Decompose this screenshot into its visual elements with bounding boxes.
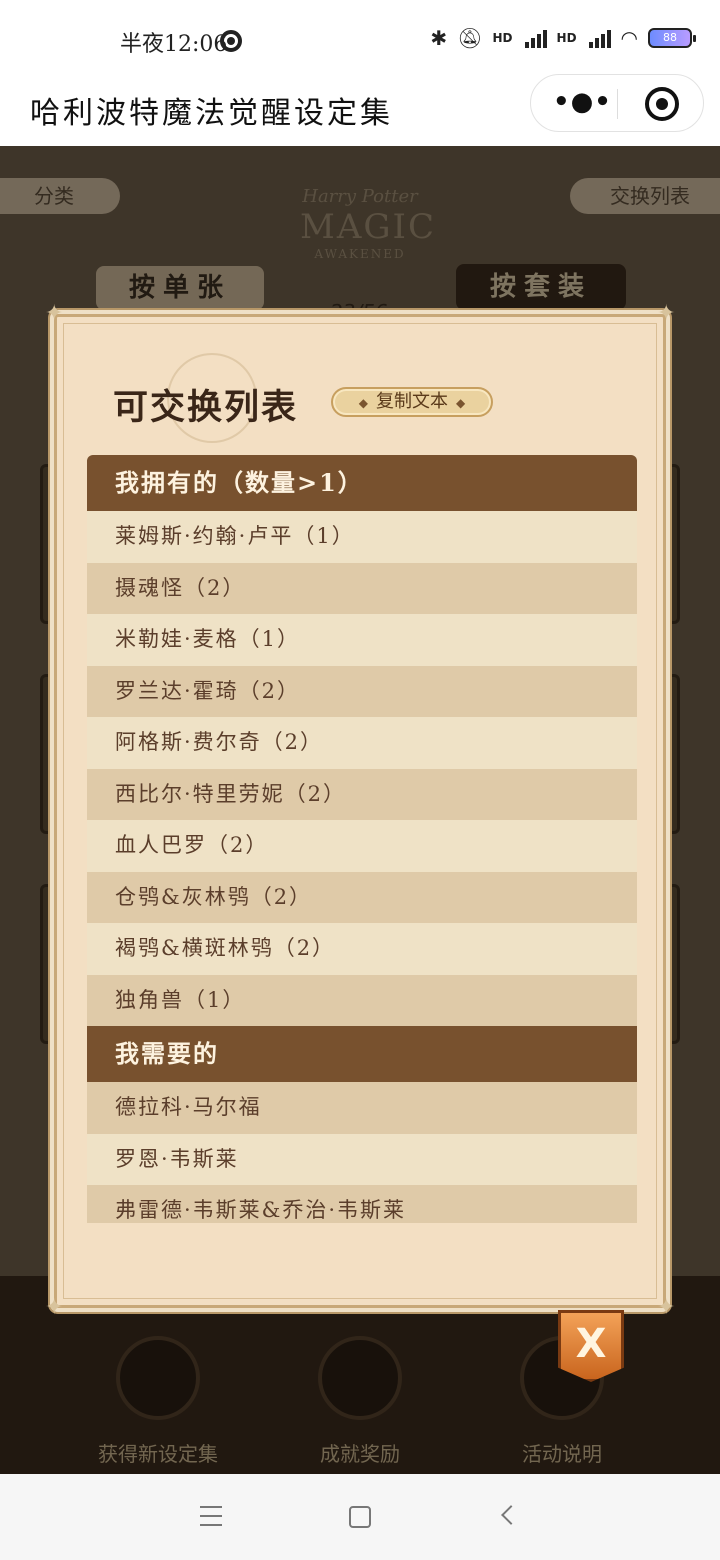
copy-text-label: 复制文本 bbox=[376, 391, 448, 412]
exchange-list-tab: 交换列表 bbox=[570, 178, 720, 214]
system-nav-bar bbox=[0, 1474, 720, 1560]
menu-icon[interactable] bbox=[200, 1506, 222, 1526]
list-item: 莱姆斯·约翰·卢平（1） bbox=[87, 511, 637, 563]
list-item: 米勒娃·麦格（1） bbox=[87, 614, 637, 666]
owl-icon bbox=[318, 1336, 402, 1420]
back-icon[interactable] bbox=[501, 1505, 521, 1525]
status-time: 半夜12:06 bbox=[120, 32, 228, 57]
miniapp-capsule: •●• bbox=[530, 74, 704, 132]
section-header-owned: 我拥有的（数量>1） bbox=[87, 455, 637, 511]
list-item: 独角兽（1） bbox=[87, 974, 637, 1026]
list-item: 血人巴罗（2） bbox=[87, 820, 637, 872]
more-dots-icon[interactable]: •●• bbox=[553, 89, 612, 115]
card-icon bbox=[116, 1336, 200, 1420]
section-header-needed: 我需要的 bbox=[87, 1026, 637, 1082]
modal-close-button[interactable]: X bbox=[558, 1310, 624, 1382]
miniapp-close-icon[interactable] bbox=[645, 87, 679, 121]
achievement-reward-button: 成就奖励 bbox=[280, 1336, 440, 1467]
bluetooth-icon: ✱ bbox=[430, 26, 448, 50]
mute-icon: 🔕︎ bbox=[457, 26, 483, 50]
app-header: 哈利波特魔法觉醒设定集 •●• bbox=[0, 74, 720, 146]
capsule-divider bbox=[617, 89, 618, 119]
copy-text-button[interactable]: ◆ 复制文本 ◆ bbox=[331, 387, 493, 417]
list-item: 罗兰达·霍琦（2） bbox=[87, 665, 637, 717]
modal-title: 可交换列表 bbox=[113, 387, 299, 428]
exchange-list[interactable]: 我拥有的（数量>1） 莱姆斯·约翰·卢平（1） 摄魂怪（2） 米勒娃·麦格（1）… bbox=[87, 455, 637, 1223]
notification-swirl-icon bbox=[220, 30, 242, 52]
list-item: 仓鸮&灰林鸮（2） bbox=[87, 871, 637, 923]
by-set-button: 按套装 bbox=[456, 264, 626, 310]
app-title: 哈利波特魔法觉醒设定集 bbox=[30, 96, 393, 131]
get-new-set-button: 获得新设定集 bbox=[78, 1336, 238, 1467]
category-tab: 分类 bbox=[0, 178, 120, 214]
list-item: 阿格斯·费尔奇（2） bbox=[87, 717, 637, 769]
diamond-icon: ◆ bbox=[358, 396, 368, 410]
status-bar: 半夜12:06 ✱ 🔕︎ HD HD ◠ 88 bbox=[0, 0, 720, 80]
list-item: 西比尔·特里劳妮（2） bbox=[87, 768, 637, 820]
corner-star-icon: ✦ bbox=[657, 1295, 676, 1320]
list-item: 德拉科·马尔福 bbox=[87, 1082, 637, 1134]
list-item: 摄魂怪（2） bbox=[87, 562, 637, 614]
by-single-button: 按单张 bbox=[96, 266, 264, 310]
signal-bars-icon-2 bbox=[588, 28, 611, 48]
signal-hd-icon-1: HD bbox=[492, 31, 513, 45]
exchange-list-modal: ✦ ✦ ✦ ✦ 可交换列表 ◆ 复制文本 ◆ 我拥有的（数量>1） 莱姆斯·约翰·卢… bbox=[45, 303, 675, 1319]
signal-bars-icon-1 bbox=[524, 28, 547, 48]
home-icon[interactable] bbox=[349, 1506, 371, 1528]
corner-star-icon: ✦ bbox=[45, 301, 64, 326]
signal-hd-icon-2: HD bbox=[556, 31, 577, 45]
game-logo: Harry Potter MAGIC AWAKENED bbox=[300, 186, 436, 261]
battery-icon: 88 bbox=[648, 28, 696, 48]
diamond-icon: ◆ bbox=[456, 396, 466, 410]
status-icons: ✱ 🔕︎ HD HD ◠ 88 bbox=[430, 26, 696, 50]
list-item: 弗雷德·韦斯莱&乔治·韦斯莱 bbox=[87, 1185, 637, 1223]
corner-star-icon: ✦ bbox=[45, 1295, 64, 1320]
wifi-icon: ◠ bbox=[620, 26, 638, 50]
list-item: 褐鸮&横斑林鸮（2） bbox=[87, 923, 637, 975]
list-item: 罗恩·韦斯莱 bbox=[87, 1133, 637, 1185]
corner-star-icon: ✦ bbox=[657, 301, 676, 326]
